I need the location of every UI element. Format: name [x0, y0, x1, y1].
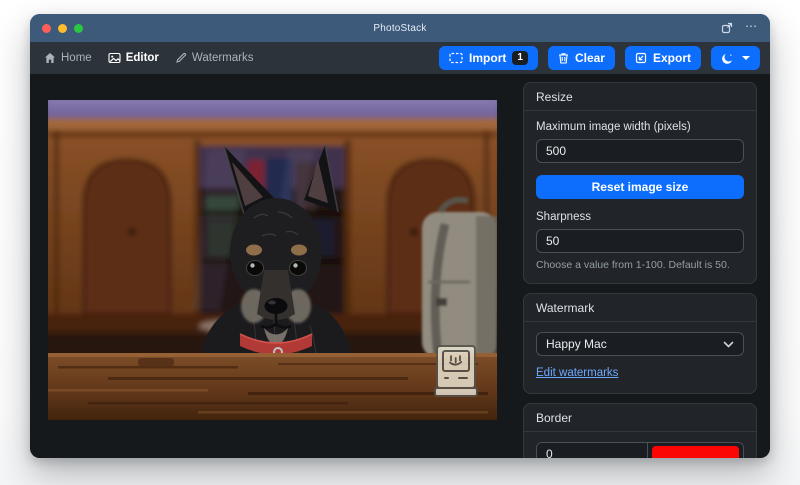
theme-dropdown-button[interactable]	[711, 46, 760, 70]
minimize-window-button[interactable]	[58, 24, 67, 33]
nav-item-label: Editor	[126, 52, 159, 64]
box-arrow-icon	[635, 52, 647, 64]
chevron-down-icon	[723, 341, 734, 348]
zoom-window-button[interactable]	[74, 24, 83, 33]
border-color-swatch	[652, 446, 739, 458]
dog-photo	[48, 100, 497, 420]
settings-sidebar: Resize Maximum image width (pixels) Rese…	[523, 82, 757, 458]
happy-mac-icon	[435, 346, 477, 396]
import-button-label: Import	[469, 51, 506, 65]
dashed-frame-icon	[449, 52, 463, 64]
photo-pane	[30, 74, 497, 458]
sharpness-help-text: Choose a value from 1-100. Default is 50…	[536, 259, 744, 271]
more-menu-button[interactable]: ⋯	[745, 20, 758, 36]
window-title: PhotoStack	[373, 23, 426, 34]
watermark-card: Watermark Happy Mac Edit watermarks	[523, 293, 757, 394]
pop-out-window-icon[interactable]	[721, 22, 733, 34]
close-window-button[interactable]	[42, 24, 51, 33]
pencil-icon	[175, 52, 187, 64]
clear-button-label: Clear	[575, 51, 605, 65]
border-card-title: Border	[524, 404, 756, 432]
reset-image-size-button[interactable]: Reset image size	[536, 175, 744, 199]
app-window: PhotoStack ⋯ Home Editor	[30, 14, 770, 458]
resize-card-title: Resize	[524, 83, 756, 111]
clear-button[interactable]: Clear	[548, 46, 615, 70]
import-count-badge: 1	[512, 51, 528, 65]
titlebar: PhotoStack ⋯	[30, 14, 770, 42]
trash-icon	[558, 52, 569, 64]
nav-item-label: Watermarks	[192, 52, 254, 64]
sharpness-label: Sharpness	[536, 211, 744, 223]
moon-icon	[721, 52, 734, 65]
border-input-group	[536, 442, 744, 458]
export-button-label: Export	[653, 51, 691, 65]
watermark-card-title: Watermark	[524, 294, 756, 322]
navbar: Home Editor Watermarks Import 1	[30, 42, 770, 74]
sharpness-input[interactable]	[536, 229, 744, 253]
border-card: Border	[523, 403, 757, 458]
import-button[interactable]: Import 1	[439, 46, 538, 70]
main-content: Resize Maximum image width (pixels) Rese…	[30, 74, 770, 458]
home-icon	[44, 52, 56, 64]
backpack	[422, 200, 497, 358]
max-width-label: Maximum image width (pixels)	[536, 121, 744, 133]
toolbar-actions: Import 1 Clear Export	[439, 46, 760, 70]
watermark-select-value: Happy Mac	[546, 337, 607, 351]
border-color-picker[interactable]	[648, 443, 743, 458]
resize-card: Resize Maximum image width (pixels) Rese…	[523, 82, 757, 284]
table	[48, 353, 497, 420]
export-button[interactable]: Export	[625, 46, 701, 70]
border-width-input[interactable]	[537, 443, 648, 458]
nav-item-home[interactable]: Home	[44, 52, 92, 64]
chevron-down-icon	[742, 56, 750, 60]
nav-item-watermarks[interactable]: Watermarks	[175, 52, 254, 64]
nav-item-label: Home	[61, 52, 92, 64]
photo-preview[interactable]	[48, 100, 497, 420]
nav-item-editor[interactable]: Editor	[108, 52, 159, 64]
image-icon	[108, 52, 121, 64]
edit-watermarks-link[interactable]: Edit watermarks	[536, 367, 618, 379]
max-width-input[interactable]	[536, 139, 744, 163]
watermark-select[interactable]: Happy Mac	[536, 332, 744, 356]
traffic-lights	[42, 14, 83, 42]
